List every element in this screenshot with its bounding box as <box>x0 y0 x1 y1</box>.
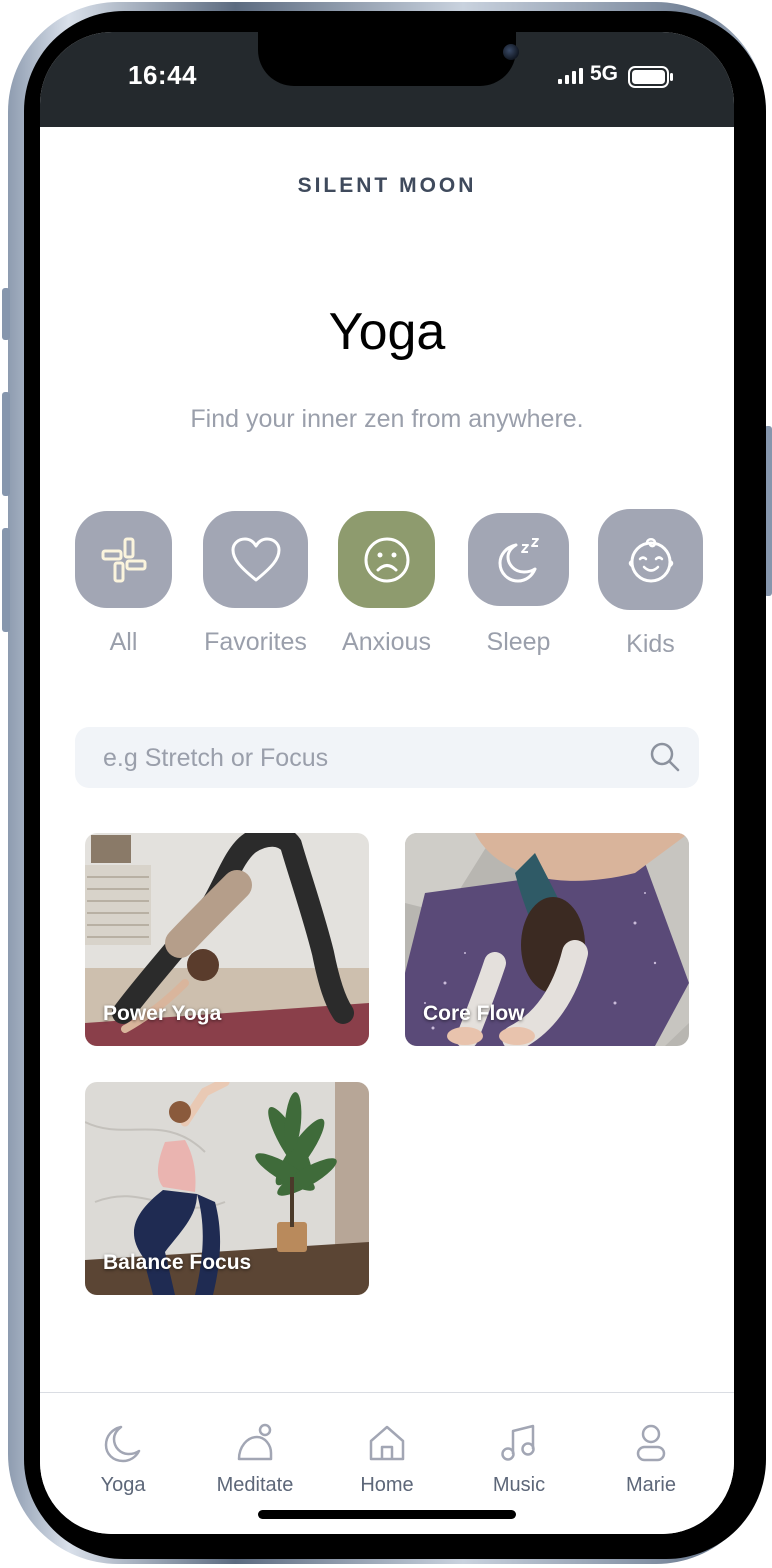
category-kids-button[interactable] <box>598 509 703 610</box>
tab-music[interactable]: Music <box>459 1423 579 1497</box>
signal-bars-icon <box>558 68 583 84</box>
tab-label: Meditate <box>216 1474 294 1496</box>
category-favorites-button[interactable] <box>203 511 308 608</box>
notch <box>258 32 519 86</box>
tab-profile[interactable]: Marie <box>591 1423 711 1497</box>
category-favorites[interactable]: Favorites <box>203 511 308 657</box>
search-icon[interactable] <box>649 741 681 773</box>
baby-face-icon <box>628 537 673 582</box>
category-all-button[interactable] <box>75 511 172 608</box>
category-sleep-button[interactable] <box>468 513 569 606</box>
search-bar <box>75 727 699 790</box>
page-subtitle: Find your inner zen from anywhere. <box>190 405 584 433</box>
brand-name: SILENT MOON <box>297 174 477 197</box>
class-card-label: Core Flow <box>423 1002 525 1025</box>
tab-label: Marie <box>625 1474 676 1496</box>
user-icon <box>636 1424 666 1462</box>
grid-icon <box>101 537 146 582</box>
search-input[interactable] <box>101 727 645 790</box>
tab-meditate[interactable]: Meditate <box>195 1423 315 1497</box>
network-type: 5G <box>590 62 619 85</box>
category-label: All <box>109 628 138 656</box>
tab-yoga[interactable]: Yoga <box>63 1423 183 1497</box>
status-bar: 16:44 5G <box>40 32 734 127</box>
moon-icon <box>104 1425 141 1463</box>
class-card-label: Balance Focus <box>103 1251 252 1274</box>
category-label: Favorites <box>204 628 307 656</box>
battery-icon <box>628 66 673 88</box>
meditate-icon <box>237 1423 273 1461</box>
page-title: Yoga <box>328 303 446 361</box>
category-sleep[interactable]: Sleep <box>468 513 569 657</box>
tab-label: Yoga <box>100 1474 146 1496</box>
category-label: Sleep <box>486 628 551 656</box>
class-card-core-flow[interactable]: Core Flow <box>405 833 689 1046</box>
category-label: Kids <box>626 630 675 658</box>
class-card-label: Power Yoga <box>103 1002 222 1025</box>
app-screen: 16:44 5G SILENT MOON Yoga Find your inne… <box>40 32 734 1534</box>
sad-face-icon <box>364 537 409 582</box>
category-anxious-button[interactable] <box>338 511 435 608</box>
music-icon <box>501 1424 535 1461</box>
home-indicator <box>258 1510 516 1519</box>
category-all[interactable]: All <box>75 511 172 657</box>
tab-home[interactable]: Home <box>327 1423 447 1497</box>
tab-label: Music <box>492 1474 546 1496</box>
status-time: 16:44 <box>128 60 197 90</box>
moon-zz-icon <box>498 537 539 582</box>
home-icon <box>369 1425 405 1461</box>
category-anxious[interactable]: Anxious <box>338 511 435 657</box>
front-camera <box>503 44 519 60</box>
tab-label: Home <box>360 1474 414 1496</box>
category-label: Anxious <box>342 628 431 656</box>
class-card-balance-focus[interactable]: Balance Focus <box>85 1082 369 1295</box>
category-kids[interactable]: Kids <box>598 509 703 659</box>
class-card-power-yoga[interactable]: Power Yoga <box>85 833 369 1046</box>
heart-icon <box>231 537 280 581</box>
